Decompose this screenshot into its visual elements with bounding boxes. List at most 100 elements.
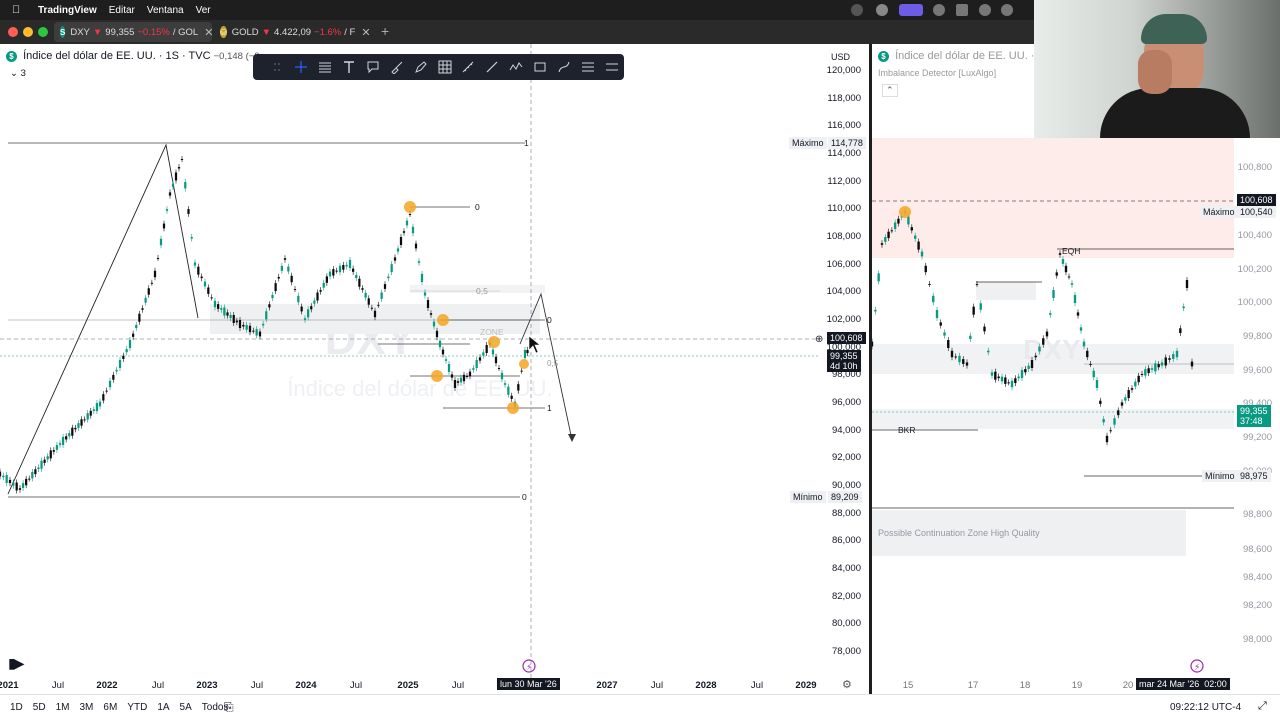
- candle-body: [168, 192, 172, 196]
- chevron-down-icon[interactable]: ⌄: [10, 68, 18, 79]
- control-center-icon[interactable]: [876, 4, 888, 16]
- candle-body: [459, 377, 463, 383]
- timeframe-button[interactable]: 1A: [157, 702, 169, 713]
- path-tool-icon[interactable]: [552, 57, 576, 77]
- menu-item-editar[interactable]: Editar: [109, 5, 135, 16]
- pattern-tool-icon[interactable]: [504, 57, 528, 77]
- candle-body: [1034, 355, 1037, 358]
- right-chart-legend[interactable]: $ Índice del dólar de EE. UU. · 1: [878, 50, 1044, 62]
- audio-icon[interactable]: [979, 4, 991, 16]
- menu-item-ventana[interactable]: Ventana: [147, 5, 184, 16]
- price-tick: 84,000: [831, 562, 861, 574]
- fib-tool-icon[interactable]: [313, 57, 337, 77]
- brush-tool-icon[interactable]: [385, 57, 409, 77]
- candle-body: [92, 409, 95, 411]
- record-status-icon[interactable]: [851, 4, 863, 16]
- timeframe-button[interactable]: YTD: [127, 702, 147, 713]
- maximize-icon[interactable]: ⤢: [1258, 700, 1267, 713]
- candle-body: [58, 443, 62, 445]
- projection-arrow-icon: [568, 434, 576, 442]
- minimize-window-icon[interactable]: [23, 27, 33, 37]
- indicator-name[interactable]: Imbalance Detector [LuxAlgo]: [878, 68, 996, 78]
- right-price-axis[interactable]: 100,800 100,400 100,200 100,000 99,800 99,600…: [1234, 44, 1280, 684]
- right-chart-canvas[interactable]: DXY EQH BKR Possible Continuation Zone H…: [872, 44, 1280, 694]
- left-chart-legend[interactable]: $ Índice del dólar de EE. UU. · 1S · TVC…: [6, 50, 262, 62]
- timeframe-button[interactable]: 1D: [10, 702, 23, 713]
- tab-dxy[interactable]: S DXY ▼ 99,355 −0.15% / GOL ✕: [54, 22, 212, 42]
- left-chart-pane[interactable]: DXY Índice del dólar de EE. UU. 1 0 0 0,…: [0, 44, 869, 694]
- crosshair-price-label: 100,608: [1237, 194, 1276, 206]
- trendline-tool-icon[interactable]: [480, 57, 504, 77]
- chevron-up-icon[interactable]: ⌃: [882, 84, 898, 97]
- candle-body: [1182, 306, 1185, 309]
- swing-marker: [488, 336, 500, 348]
- candle-body: [872, 341, 874, 347]
- timeframe-button[interactable]: 1M: [56, 702, 70, 713]
- candle-body: [1190, 361, 1194, 367]
- date-range-icon[interactable]: ⎘: [224, 700, 234, 715]
- candle-body: [141, 308, 144, 310]
- legend-indicator-count[interactable]: ⌄ 3: [10, 68, 26, 79]
- left-chart-canvas[interactable]: DXY Índice del dólar de EE. UU. 1 0 0 0,…: [0, 44, 869, 694]
- timeframe-button[interactable]: 6M: [103, 702, 117, 713]
- candle-body: [177, 166, 181, 169]
- right-chart-pane[interactable]: DXY EQH BKR Possible Continuation Zone H…: [872, 44, 1280, 694]
- webcam-overlay: [1034, 0, 1280, 138]
- last-price-value: 99,355: [1240, 406, 1268, 416]
- tab-change: −0.15%: [137, 26, 170, 38]
- pen-tool-icon[interactable]: [409, 57, 433, 77]
- left-time-axis[interactable]: 2021 Jul 2022 Jul 2023 Jul 2024 Jul 2025 Jul 2027 J…: [0, 680, 820, 694]
- maximize-window-icon[interactable]: [38, 27, 48, 37]
- candle-body: [965, 362, 969, 366]
- apple-icon[interactable]: : [12, 4, 26, 16]
- candle-body: [98, 401, 102, 407]
- time-tick: Jul: [51, 680, 65, 691]
- legend-title[interactable]: Índice del dólar de EE. UU. · 1: [895, 50, 1044, 62]
- candle-body: [1052, 290, 1055, 298]
- close-tab-icon[interactable]: ✕: [361, 26, 370, 39]
- time-cursor-label: lun 30 Mar '26: [497, 678, 560, 690]
- measure-tool-icon[interactable]: [457, 57, 481, 77]
- candle-body: [108, 380, 112, 388]
- more-tools-icon[interactable]: [600, 57, 624, 77]
- display-icon[interactable]: [956, 4, 968, 16]
- candle-body: [932, 295, 935, 303]
- new-tab-icon[interactable]: +: [381, 23, 389, 39]
- add-alert-icon[interactable]: ⊕: [812, 333, 826, 346]
- grid-tool-icon[interactable]: [433, 57, 457, 77]
- rectangle-tool-icon[interactable]: [528, 57, 552, 77]
- screen-record-icon[interactable]: [899, 4, 923, 16]
- candle-body: [55, 445, 59, 450]
- callout-tool-icon[interactable]: [361, 57, 385, 77]
- time-cursor-date: mar 24 Mar '26: [1139, 679, 1200, 689]
- crosshair-tool-icon[interactable]: [289, 57, 313, 77]
- indicator-count: 3: [20, 68, 26, 79]
- last-price-label: 99,355 37:48: [1237, 405, 1271, 427]
- candle-body: [1154, 363, 1157, 372]
- extension-icon[interactable]: [933, 4, 945, 16]
- text-tool-icon[interactable]: [337, 57, 361, 77]
- settings-gear-icon[interactable]: ⚙: [842, 678, 852, 691]
- candle-body: [958, 355, 961, 363]
- settings-sliders-icon[interactable]: [576, 57, 600, 77]
- time-tick: 15: [902, 680, 914, 691]
- timeframe-button[interactable]: 5A: [180, 702, 192, 713]
- app-menu-name[interactable]: TradingView: [38, 5, 97, 16]
- play-icon[interactable]: [1001, 4, 1013, 16]
- swing-high-marker: [404, 201, 416, 213]
- candle-body: [520, 370, 523, 372]
- tab-gold[interactable]: ⛁ GOLD ▼ 4.422,09 −1.6% / F ✕: [214, 22, 374, 42]
- candle-body: [456, 381, 460, 383]
- close-window-icon[interactable]: [8, 27, 18, 37]
- drag-handle-icon[interactable]: [265, 57, 289, 77]
- timeframe-button[interactable]: 3M: [80, 702, 94, 713]
- legend-title[interactable]: Índice del dólar de EE. UU. · 1S · TVC: [23, 50, 211, 62]
- candle-body: [293, 289, 297, 290]
- candle-body: [31, 471, 34, 479]
- menu-item-ver[interactable]: Ver: [196, 5, 211, 16]
- timeframe-button[interactable]: 5D: [33, 702, 46, 713]
- close-tab-icon[interactable]: ✕: [204, 26, 212, 39]
- candle-body: [132, 333, 135, 337]
- price-tick: 98,600: [1242, 544, 1272, 555]
- price-tick: 116,000: [827, 120, 861, 132]
